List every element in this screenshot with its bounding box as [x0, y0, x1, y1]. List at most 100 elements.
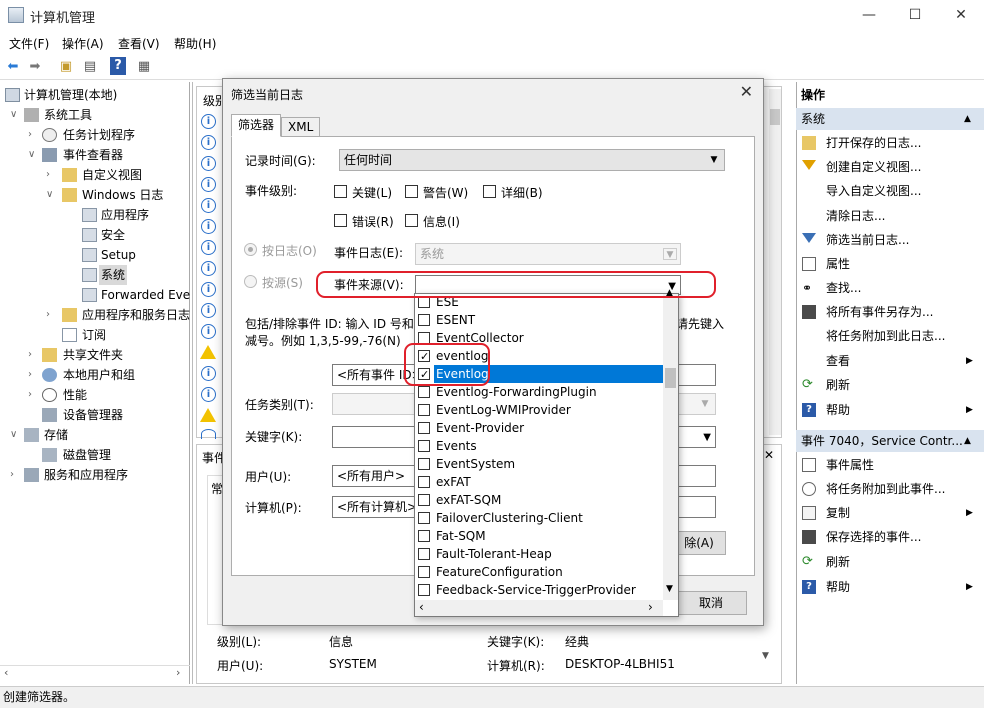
- by-source-radio[interactable]: [244, 275, 257, 288]
- event-source-checkbox[interactable]: [418, 386, 430, 398]
- dialog-close-icon[interactable]: ✕: [740, 82, 753, 101]
- action-event-properties[interactable]: 事件属性: [796, 453, 984, 477]
- action-copy[interactable]: 复制 ▶: [796, 501, 984, 525]
- level-critical-checkbox[interactable]: [334, 185, 347, 198]
- event-source-checkbox[interactable]: [418, 476, 430, 488]
- level-warning-checkbox[interactable]: [405, 185, 418, 198]
- up-folder-icon[interactable]: ▣: [56, 57, 76, 77]
- scroll-down-icon[interactable]: ▼: [666, 584, 673, 594]
- action-properties[interactable]: 属性: [796, 252, 984, 276]
- show-action-pane-icon[interactable]: ▦: [134, 57, 154, 77]
- event-source-checkbox[interactable]: [418, 548, 430, 560]
- chevron-down-icon[interactable]: ∨: [10, 105, 20, 125]
- by-log-radio[interactable]: [244, 243, 257, 256]
- event-list-scrollbar[interactable]: [769, 89, 781, 435]
- tree-root[interactable]: 计算机管理(本地): [0, 85, 190, 105]
- action-save-all-events[interactable]: 将所有事件另存为...: [796, 300, 984, 324]
- cancel-button[interactable]: 取消: [675, 591, 747, 615]
- tree-item-system-tools[interactable]: ∨ 系统工具: [0, 105, 190, 125]
- scroll-right-icon[interactable]: ›: [648, 600, 653, 614]
- chevron-right-icon[interactable]: ›: [28, 365, 38, 385]
- event-source-item[interactable]: EventLog-WMIProvider: [415, 401, 663, 419]
- minimize-button[interactable]: —: [846, 0, 892, 30]
- event-source-item[interactable]: ESENT: [415, 311, 663, 329]
- event-logs-select[interactable]: 系统 ▼: [415, 243, 681, 265]
- action-clear-log[interactable]: 清除日志...: [796, 204, 984, 228]
- collapse-icon[interactable]: ▲: [964, 108, 971, 130]
- close-button[interactable]: ✕: [938, 0, 984, 30]
- event-source-checkbox[interactable]: [418, 404, 430, 416]
- action-open-saved-log[interactable]: 打开保存的日志...: [796, 131, 984, 155]
- tree-item-services-apps[interactable]: › 服务和应用程序: [0, 465, 190, 485]
- chevron-right-icon[interactable]: ›: [46, 305, 56, 325]
- chevron-right-icon[interactable]: ›: [28, 385, 38, 405]
- tree-item-subscriptions[interactable]: 订阅: [0, 325, 190, 345]
- tree-item-custom-views[interactable]: › 自定义视图: [0, 165, 190, 185]
- tree-item-disk-management[interactable]: 磁盘管理: [0, 445, 190, 465]
- chevron-down-icon[interactable]: ∨: [28, 145, 38, 165]
- event-source-checkbox[interactable]: [418, 584, 430, 596]
- action-save-selected-events[interactable]: 保存选择的事件...: [796, 525, 984, 549]
- scroll-left-icon[interactable]: ‹: [419, 600, 424, 614]
- tree-item-device-manager[interactable]: 设备管理器: [0, 405, 190, 425]
- event-source-item[interactable]: EventSystem: [415, 455, 663, 473]
- menu-file[interactable]: 文件(F): [9, 35, 49, 52]
- action-attach-task-to-log[interactable]: 将任务附加到此日志...: [796, 324, 984, 348]
- event-source-item[interactable]: FailoverClustering-Client: [415, 509, 663, 527]
- help-icon[interactable]: ?: [110, 57, 126, 75]
- action-refresh[interactable]: ⟳ 刷新: [796, 373, 984, 397]
- chevron-right-icon[interactable]: ›: [46, 165, 56, 185]
- menu-help[interactable]: 帮助(H): [174, 35, 216, 52]
- action-help[interactable]: ? 帮助 ▶: [796, 398, 984, 422]
- close-detail-icon[interactable]: ✕: [764, 448, 774, 462]
- action-view[interactable]: 查看 ▶: [796, 349, 984, 373]
- tree-item-performance[interactable]: › 性能: [0, 385, 190, 405]
- tree-item-task-scheduler[interactable]: › 任务计划程序: [0, 125, 190, 145]
- tree-horizontal-scrollbar[interactable]: ‹ ›: [0, 665, 190, 682]
- show-hide-tree-icon[interactable]: ▤: [80, 57, 100, 77]
- action-refresh-event[interactable]: ⟳ 刷新: [796, 550, 984, 574]
- action-create-custom-view[interactable]: 创建自定义视图...: [796, 155, 984, 179]
- tree-item-event-viewer[interactable]: ∨ 事件查看器: [0, 145, 190, 165]
- maximize-button[interactable]: ☐: [892, 0, 938, 30]
- chevron-down-icon[interactable]: ∨: [10, 425, 20, 445]
- collapse-icon[interactable]: ▲: [964, 430, 971, 452]
- scroll-down-icon[interactable]: ▼: [762, 651, 769, 661]
- scrollbar-thumb[interactable]: [665, 368, 676, 388]
- event-source-item[interactable]: exFAT: [415, 473, 663, 491]
- event-source-checkbox[interactable]: [418, 458, 430, 470]
- scroll-right-icon[interactable]: ›: [176, 666, 180, 679]
- action-attach-task-to-event[interactable]: 将任务附加到此事件...: [796, 477, 984, 501]
- tree-item-security[interactable]: 安全: [0, 225, 190, 245]
- chevron-right-icon[interactable]: ›: [10, 465, 20, 485]
- event-source-item[interactable]: Event-Provider: [415, 419, 663, 437]
- chevron-right-icon[interactable]: ›: [28, 125, 38, 145]
- actions-section-system[interactable]: 系统 ▲: [796, 108, 984, 130]
- event-source-checkbox[interactable]: [418, 314, 430, 326]
- event-source-item[interactable]: Fat-SQM: [415, 527, 663, 545]
- event-source-checkbox[interactable]: [418, 440, 430, 452]
- event-source-checkbox[interactable]: [418, 494, 430, 506]
- chevron-down-icon[interactable]: ∨: [46, 185, 56, 205]
- event-source-item[interactable]: Events: [415, 437, 663, 455]
- tree-item-shared-folders[interactable]: › 共享文件夹: [0, 345, 190, 365]
- tree-item-windows-logs[interactable]: ∨ Windows 日志: [0, 185, 190, 205]
- tab-xml[interactable]: XML: [281, 117, 321, 137]
- scrollbar-thumb[interactable]: [770, 109, 780, 125]
- logged-select[interactable]: 任何时间 ▼: [339, 149, 725, 171]
- action-filter-current-log[interactable]: 筛选当前日志...: [796, 228, 984, 252]
- actions-section-event[interactable]: 事件 7040，Service Contr... ▲: [796, 430, 984, 452]
- chevron-right-icon[interactable]: ›: [28, 345, 38, 365]
- event-source-item[interactable]: Feedback-Service-TriggerProvider: [415, 581, 663, 599]
- event-source-checkbox[interactable]: [418, 422, 430, 434]
- tree-item-forwarded-events[interactable]: Forwarded Eve: [0, 285, 190, 305]
- action-help-event[interactable]: ? 帮助 ▶: [796, 575, 984, 599]
- level-information-checkbox[interactable]: [405, 214, 418, 227]
- action-import-custom-view[interactable]: 导入自定义视图...: [796, 179, 984, 203]
- event-source-item[interactable]: exFAT-SQM: [415, 491, 663, 509]
- tree-item-app-service-logs[interactable]: › 应用程序和服务日志: [0, 305, 190, 325]
- dropdown-horizontal-scrollbar[interactable]: ‹ ›: [415, 600, 663, 616]
- menu-view[interactable]: 查看(V): [118, 35, 160, 52]
- clear-button[interactable]: 除(A): [672, 531, 726, 555]
- scroll-left-icon[interactable]: ‹: [4, 666, 8, 679]
